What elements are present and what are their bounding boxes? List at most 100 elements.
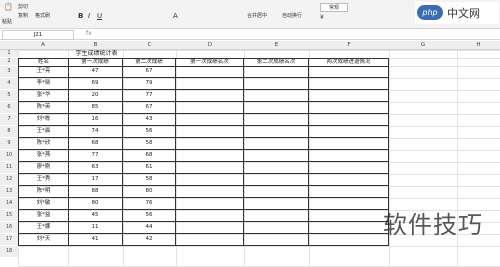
number-format-select[interactable]: 常规 [320, 3, 349, 12]
merge-center-button[interactable]: 合并居中 [247, 12, 267, 19]
score1-cell[interactable]: 45 [68, 210, 123, 222]
score2-cell[interactable]: 58 [123, 174, 176, 186]
rank2-cell[interactable] [244, 138, 309, 150]
col-header-b[interactable]: B [68, 41, 123, 50]
score2-cell[interactable]: 76 [123, 198, 176, 210]
change-cell[interactable] [309, 66, 389, 78]
paste-button[interactable]: 粘贴 [2, 18, 12, 25]
row-header[interactable]: 18 [0, 246, 19, 257]
row-header[interactable]: 17 [0, 234, 19, 245]
rank2-cell[interactable] [244, 222, 309, 234]
change-cell[interactable] [309, 198, 389, 210]
rank2-cell[interactable] [244, 174, 309, 186]
row-header[interactable]: 3 [0, 66, 19, 77]
row-header[interactable]: 9 [0, 138, 19, 149]
row-header[interactable]: 11 [0, 162, 19, 173]
format-painter-button[interactable]: 格式刷 [35, 12, 50, 19]
name-cell[interactable]: 陈*英 [18, 102, 69, 114]
score1-cell[interactable]: 16 [68, 114, 123, 126]
rank2-cell[interactable] [244, 234, 309, 246]
rank1-cell[interactable] [176, 90, 244, 102]
rank1-cell[interactable] [176, 162, 244, 174]
score2-cell[interactable]: 79 [123, 78, 176, 90]
score2-cell[interactable]: 77 [123, 90, 176, 102]
score1-cell[interactable]: 69 [68, 78, 123, 90]
sheet-title-cell[interactable]: 学生成绩统计表 [18, 50, 175, 57]
row-header[interactable]: 14 [0, 198, 19, 209]
rank1-cell[interactable] [176, 150, 244, 162]
rank1-cell[interactable] [176, 210, 244, 222]
change-cell[interactable] [309, 138, 389, 150]
wrap-text-button[interactable]: 自动换行 [282, 12, 302, 19]
score2-cell[interactable]: 67 [123, 102, 176, 114]
change-cell[interactable] [309, 174, 389, 186]
name-cell[interactable]: 张*益 [18, 210, 69, 222]
col-header-e[interactable]: E [244, 41, 309, 50]
rank2-cell[interactable] [244, 90, 309, 102]
change-cell[interactable] [309, 150, 389, 162]
score2-cell[interactable]: 68 [123, 150, 176, 162]
col-header-d[interactable]: D [176, 41, 244, 50]
copy-button[interactable]: 复制 [18, 12, 28, 19]
score1-cell[interactable]: 11 [68, 222, 123, 234]
score1-cell[interactable]: 47 [68, 66, 123, 78]
change-cell[interactable] [309, 90, 389, 102]
col-header-a[interactable]: A [18, 41, 68, 50]
score1-cell[interactable]: 20 [68, 90, 123, 102]
underline-button[interactable]: U [97, 12, 102, 20]
row-header[interactable]: 15 [0, 210, 19, 221]
name-cell[interactable]: 陈*欣 [18, 138, 69, 150]
name-cell[interactable]: 李*晓 [18, 78, 69, 90]
score1-cell[interactable]: 80 [68, 198, 123, 210]
name-box[interactable]: J21 [2, 30, 74, 40]
rank1-cell[interactable] [176, 234, 244, 246]
rank2-cell[interactable] [244, 210, 309, 222]
score1-cell[interactable]: 68 [68, 138, 123, 150]
col-header-h[interactable]: H [457, 41, 500, 50]
score2-cell[interactable]: 56 [123, 210, 176, 222]
name-cell[interactable]: 廖*刚 [18, 162, 69, 174]
rank2-cell[interactable] [244, 66, 309, 78]
score2-cell[interactable]: 61 [123, 162, 176, 174]
change-cell[interactable] [309, 162, 389, 174]
score1-cell[interactable]: 85 [68, 102, 123, 114]
rank1-cell[interactable] [176, 174, 244, 186]
row-header[interactable]: 12 [0, 174, 19, 185]
col-header-f[interactable]: F [309, 41, 389, 50]
rank1-cell[interactable] [176, 114, 244, 126]
name-cell[interactable]: 王*秀 [18, 174, 69, 186]
rank2-cell[interactable] [244, 126, 309, 138]
col-header-g[interactable]: G [389, 41, 457, 50]
rank2-cell[interactable] [244, 78, 309, 90]
row-header[interactable]: 2 [0, 58, 19, 65]
name-cell[interactable]: 刘*天 [18, 234, 69, 246]
paste-icon[interactable]: 📋 [4, 3, 13, 11]
score1-cell[interactable]: 88 [68, 186, 123, 198]
rank2-cell[interactable] [244, 150, 309, 162]
name-cell[interactable]: 王*晨 [18, 126, 69, 138]
rank2-cell[interactable] [244, 162, 309, 174]
currency-button[interactable]: ¥ [320, 14, 324, 21]
name-cell[interactable]: 王*娜 [18, 222, 69, 234]
rank1-cell[interactable] [176, 186, 244, 198]
score2-cell[interactable]: 44 [123, 222, 176, 234]
name-cell[interactable]: 张*燕 [18, 150, 69, 162]
row-header[interactable]: 16 [0, 222, 19, 233]
change-cell[interactable] [309, 102, 389, 114]
score1-cell[interactable]: 63 [68, 162, 123, 174]
font-color-button[interactable]: A [173, 12, 178, 20]
rank2-cell[interactable] [244, 102, 309, 114]
bold-button[interactable]: B [78, 12, 83, 20]
row-header[interactable]: 10 [0, 150, 19, 161]
rank2-cell[interactable] [244, 186, 309, 198]
rank1-cell[interactable] [176, 78, 244, 90]
row-header[interactable]: 1 [0, 50, 19, 57]
cut-button[interactable]: 剪切 [18, 3, 28, 10]
rank1-cell[interactable] [176, 222, 244, 234]
change-cell[interactable] [309, 234, 389, 246]
score2-cell[interactable]: 43 [123, 114, 176, 126]
score1-cell[interactable]: 74 [68, 126, 123, 138]
fx-icon[interactable]: fx [86, 30, 92, 37]
score1-cell[interactable]: 41 [68, 234, 123, 246]
row-header[interactable]: 8 [0, 126, 19, 137]
